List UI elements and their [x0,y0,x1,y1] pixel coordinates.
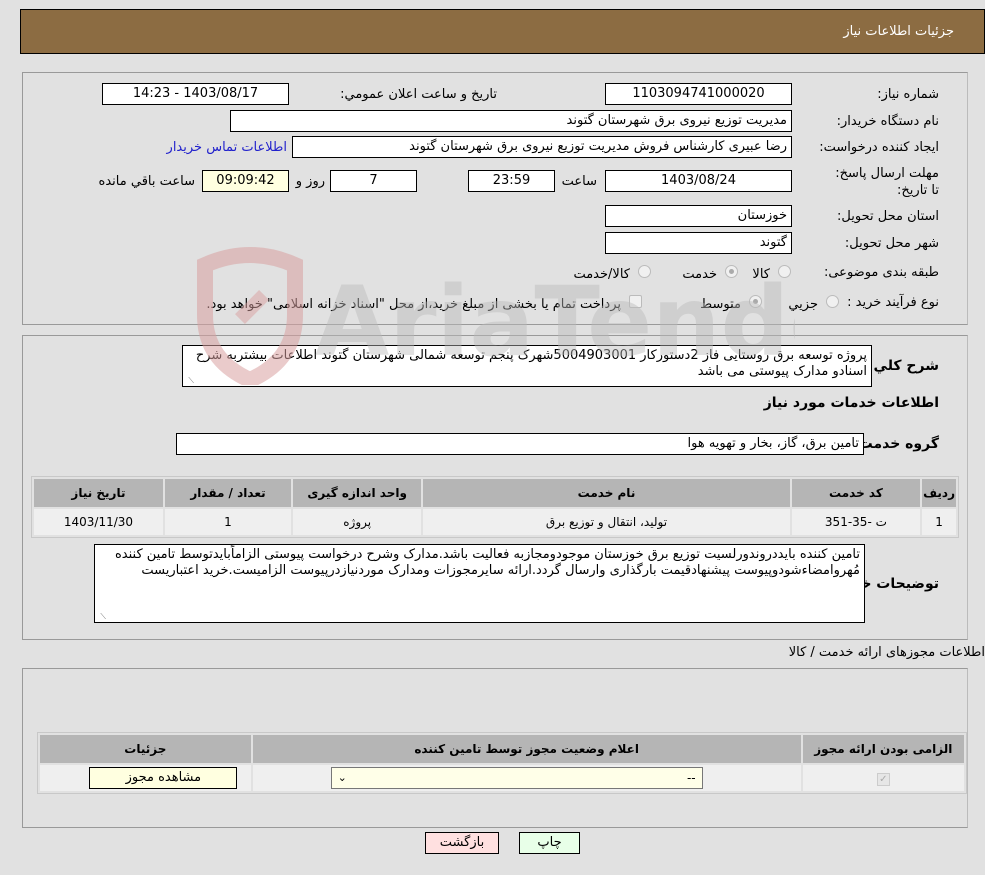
process-option-minor: جزيي [788,297,818,312]
col-service-name: نام خدمت [423,479,790,507]
city-label: شهر محل تحویل: [844,236,939,251]
summary-textarea[interactable]: پروژه توسعه برق روستایی فاز 2دستورکار 50… [182,345,872,387]
days-remaining-field: 7 [330,170,417,192]
col-quantity: تعداد / مقدار [164,479,292,507]
permits-table-header: الزامی بودن ارائه مجوز اعلام وضعیت مجوز … [40,735,964,763]
col-permit-required: الزامی بودن ارائه مجوز [802,735,964,763]
permits-table: الزامی بودن ارائه مجوز اعلام وضعیت مجوز … [37,732,967,794]
announce-date-field: 1403/08/17 - 14:23 [102,83,289,105]
treasury-checkbox[interactable] [629,295,642,308]
resize-handle-icon[interactable]: ⟋ [97,612,106,621]
permit-required-checkbox: ✓ [876,772,890,786]
permits-panel: الزامی بودن ارائه مجوز اعلام وضعیت مجوز … [22,668,968,828]
process-option-medium: متوسط [700,297,741,312]
col-permit-status: اعلام وضعیت مجوز توسط تامین کننده [252,735,801,763]
creator-label: ایجاد کننده درخواست: [819,140,939,155]
category-radio-goods[interactable] [778,265,791,278]
province-field: خوزستان [605,205,792,227]
col-service-code: کد خدمت [791,479,921,507]
category-option-goods: کالا [752,267,770,282]
summary-text: پروژه توسعه برق روستایی فاز 2دستورکار 50… [195,348,867,379]
buyer-contact-link[interactable]: اطلاعات تماس خریدار [167,140,287,155]
service-group-field: تامین برق، گاز، بخار و تهویه هوا [176,433,864,455]
permits-heading: اطلاعات مجوزهای ارائه خدمت / کالا [788,645,985,660]
category-label: طبقه بندی موضوعی: [823,265,939,280]
deadline-label: مهلت ارسال پاسخ: تا تاریخ: [835,166,939,198]
need-number-label: شماره نیاز: [877,87,939,102]
cell-permit-required: ✓ [802,765,964,791]
treasury-note: پرداخت تمام یا بخشی از مبلغ خرید،از محل … [206,297,621,312]
table-row: ✓ -- ⌄ مشاهده مجوز [40,765,964,791]
deadline-time-field: 23:59 [468,170,555,192]
category-option-service: خدمت [682,267,717,282]
col-unit: واحد اندازه گیری [293,479,422,507]
deadline-time-label: ساعت [561,174,597,189]
permit-status-value: -- [686,771,696,785]
need-number-field: 1103094741000020 [605,83,792,105]
category-option-goods-service: کالا/خدمت [573,267,630,282]
remaining-time-field: 09:09:42 [202,170,289,192]
buyer-org-field: مدیریت توزیع نیروی برق شهرستان گتوند [230,110,792,132]
col-need-date: تاریخ نیاز [34,479,163,507]
service-group-label: گروه خدمت: [853,436,939,452]
announce-date-label: تاریخ و ساعت اعلان عمومي: [340,87,497,102]
process-radio-minor[interactable] [826,295,839,308]
services-table: ردیف کد خدمت نام خدمت واحد اندازه گیری ت… [31,476,959,538]
table-row: 1 ت -35-351 تولید، انتقال و توزیع برق پر… [34,509,956,535]
cell-unit: پروژه [293,509,422,535]
need-details-panel: شماره نیاز: 1103094741000020 تاریخ و ساع… [22,72,968,325]
chevron-down-icon: ⌄ [337,771,347,784]
print-button[interactable]: چاپ [519,832,580,854]
page-title: جزئیات اطلاعات نیاز [843,24,954,39]
city-field: گتوند [605,232,792,254]
category-radio-goods-service[interactable] [638,265,651,278]
category-radio-service[interactable] [725,265,738,278]
buyer-notes-text: تامین کننده بایددروندورلسیت توزیع برق خو… [114,547,860,578]
services-heading: اطلاعات خدمات مورد نیاز [763,395,939,411]
services-table-header: ردیف کد خدمت نام خدمت واحد اندازه گیری ت… [34,479,956,507]
days-label: روز و [295,174,325,189]
col-row: ردیف [922,479,956,507]
remaining-time-label: ساعت باقي مانده [98,174,195,189]
cell-need-date: 1403/11/30 [34,509,163,535]
creator-field: رضا عبیری کارشناس فروش مدیریت توزیع نیرو… [292,136,792,158]
resize-handle-icon[interactable]: ⟋ [185,376,194,385]
deadline-date-field: 1403/08/24 [605,170,792,192]
view-permit-button[interactable]: مشاهده مجوز [89,767,238,789]
cell-permit-status: -- ⌄ [252,765,801,791]
col-permit-details: جزئیات [40,735,251,763]
back-button[interactable]: بازگشت [425,832,499,854]
cell-service-name: تولید، انتقال و توزیع برق [423,509,790,535]
permit-status-select[interactable]: -- ⌄ [330,767,703,789]
cell-quantity: 1 [164,509,292,535]
need-summary-panel: شرح كلي نياز: پروژه توسعه برق روستایی فا… [22,335,968,640]
purchase-process-label: نوع فرآیند خرید : [847,295,939,310]
process-radio-medium[interactable] [749,295,762,308]
cell-permit-details: مشاهده مجوز [40,765,251,791]
page-header: جزئیات اطلاعات نیاز [20,9,985,54]
province-label: استان محل تحویل: [837,209,939,224]
cell-service-code: ت -35-351 [791,509,921,535]
buyer-notes-textarea[interactable]: تامین کننده بایددروندورلسیت توزیع برق خو… [94,544,865,623]
cell-row: 1 [922,509,956,535]
buyer-org-label: نام دستگاه خريدار: [836,114,939,129]
